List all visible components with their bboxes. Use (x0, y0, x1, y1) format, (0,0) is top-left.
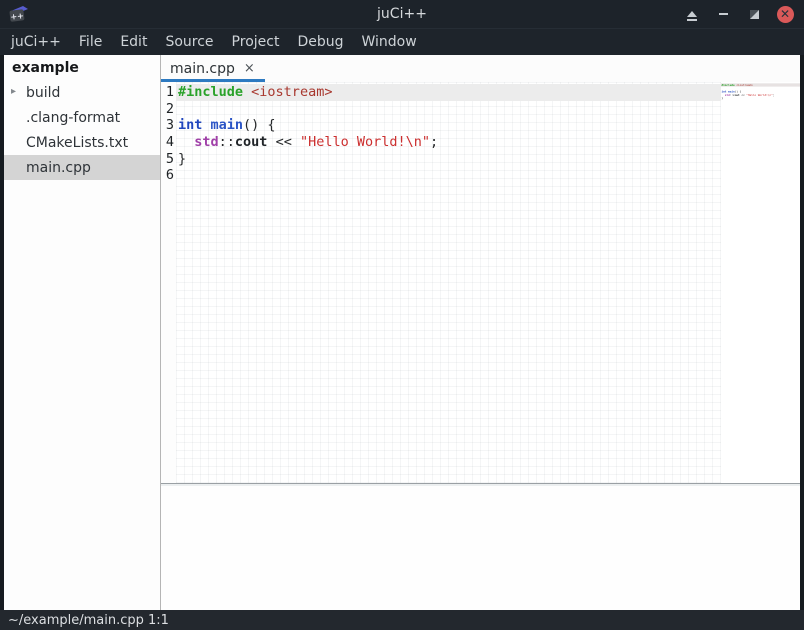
minimize-icon (719, 13, 728, 15)
token: << (267, 134, 300, 150)
menu-item-source[interactable]: Source (156, 29, 222, 55)
token: int (178, 117, 202, 133)
expander-icon[interactable]: ▸ (11, 86, 16, 97)
window-controls: ✕ (683, 5, 804, 23)
menu-item-file[interactable]: File (70, 29, 111, 55)
token (178, 134, 194, 150)
tab-main-cpp[interactable]: main.cpp × (161, 55, 265, 82)
status-file-position: ~/example/main.cpp 1:1 (8, 613, 169, 628)
code-line-2 (176, 101, 721, 118)
line-number: 4 (161, 134, 176, 151)
token: #include (178, 84, 243, 100)
menu-item-window[interactable]: Window (353, 29, 426, 55)
titlebar: ++ juCi++ ✕ (0, 0, 804, 28)
token: main (211, 117, 244, 133)
menu-item-juci-[interactable]: juCi++ (2, 29, 70, 55)
tree-item-label: main.cpp (26, 160, 91, 176)
restore-button[interactable] (745, 5, 763, 23)
code-line-1: #include <iostream> (176, 84, 721, 101)
menu-item-debug[interactable]: Debug (288, 29, 352, 55)
token: cout (733, 93, 740, 96)
token: <iostream> (251, 84, 332, 100)
code-line-3: int main() { (176, 117, 721, 134)
close-button[interactable]: ✕ (776, 5, 794, 23)
token: () { (243, 117, 276, 133)
tree-item-label: CMakeLists.txt (26, 135, 128, 151)
code-line-5: } (176, 151, 721, 168)
line-number: 2 (161, 101, 176, 118)
token: } (178, 151, 186, 167)
tree-item-build[interactable]: ▸ build (4, 80, 160, 105)
token: ; (773, 93, 775, 96)
token: "Hello World!\n" (300, 134, 430, 150)
minimap[interactable]: #include <iostream>int main() { std::cou… (721, 82, 800, 483)
tabbar: main.cpp × (161, 55, 800, 82)
code-line-6 (176, 167, 721, 184)
file-tree: ▸ build .clang-format CMakeLists.txt main.cp… (4, 80, 160, 180)
menu-item-project[interactable]: Project (223, 29, 289, 55)
minimize-button[interactable] (714, 5, 732, 23)
source-editor: 123456 #include <iostream>int main() { s… (161, 82, 800, 483)
code-area[interactable]: #include <iostream>int main() { std::cou… (176, 82, 721, 483)
statusbar: ~/example/main.cpp 1:1 (0, 610, 804, 630)
line-number: 6 (161, 167, 176, 184)
token (243, 84, 251, 100)
token: ; (430, 134, 438, 150)
tree-item-main-cpp[interactable]: main.cpp (4, 155, 160, 180)
code-line-6 (721, 100, 800, 103)
token: << (740, 93, 747, 96)
app-icon: ++ (7, 4, 29, 24)
tree-item-label: build (26, 85, 60, 101)
juci-window: ++ juCi++ ✕ juCi++FileEditSourceProjectD… (0, 0, 804, 630)
project-root-label: example (4, 55, 160, 80)
tab-label: main.cpp (170, 61, 235, 77)
token: "Hello World!\n" (746, 93, 772, 96)
token: } (721, 97, 723, 100)
token: #include (721, 83, 734, 86)
content-area: example ▸ build .clang-format CMakeLists.tx… (0, 55, 804, 610)
line-number: 5 (161, 151, 176, 168)
file-tree-panel: example ▸ build .clang-format CMakeLists.tx… (4, 55, 161, 610)
token: std (194, 134, 218, 150)
code-line-4: std::cout << "Hello World!\n"; (176, 134, 721, 151)
line-number: 1 (161, 84, 176, 101)
close-icon: ✕ (777, 6, 794, 23)
token: :: (219, 134, 235, 150)
shade-button[interactable] (683, 5, 701, 23)
tree-item--clang-format[interactable]: .clang-format (4, 105, 160, 130)
token (202, 117, 210, 133)
tab-close-icon[interactable]: × (244, 62, 255, 75)
minimap-content: #include <iostream>int main() { std::cou… (721, 82, 800, 103)
menu-item-edit[interactable]: Edit (111, 29, 156, 55)
line-number: 3 (161, 117, 176, 134)
restore-icon (750, 10, 759, 19)
editor-pane: main.cpp × 123456 #include <iostream>int… (161, 55, 800, 610)
tree-item-label: .clang-format (26, 110, 120, 126)
shade-icon (687, 11, 697, 17)
tree-item-cmakelists-txt[interactable]: CMakeLists.txt (4, 130, 160, 155)
line-number-gutter: 123456 (161, 82, 176, 483)
token: <iostream> (736, 83, 753, 86)
output-panel[interactable] (161, 486, 800, 610)
svg-text:++: ++ (10, 11, 24, 22)
menubar: juCi++FileEditSourceProjectDebugWindow (0, 28, 804, 55)
token: cout (235, 134, 268, 150)
